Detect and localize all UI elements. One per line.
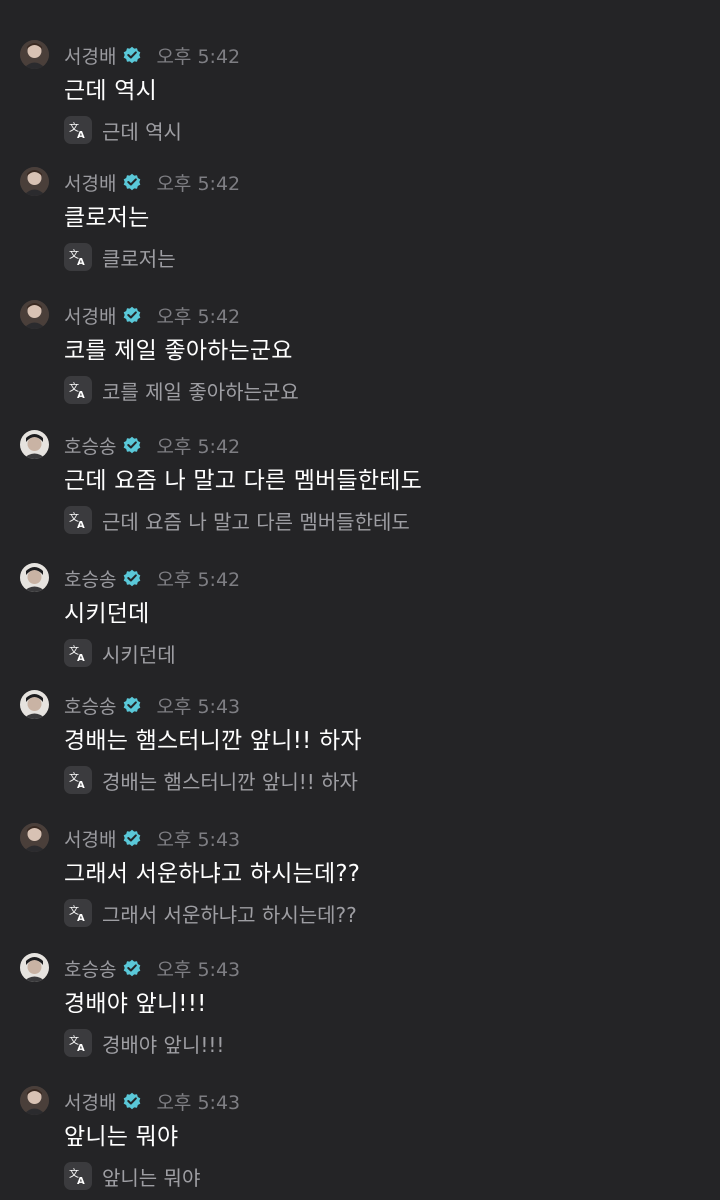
sender-name: 서경배 <box>64 305 117 328</box>
sender-name: 호승송 <box>64 695 117 718</box>
svg-text:A: A <box>77 780 85 790</box>
message-text: 경배야 앞니!!! <box>64 991 207 1017</box>
message-text: 시키던데 <box>64 601 150 627</box>
avatar[interactable] <box>20 1086 49 1115</box>
chat-message: 서경배 오후 5:43 앞니는 뭐야 文A 앞니는 뭐야 <box>0 1060 720 1190</box>
timestamp: 오후 5:42 <box>156 435 241 458</box>
svg-text:A: A <box>77 390 85 400</box>
translate-icon[interactable]: 文A <box>64 899 92 927</box>
avatar[interactable] <box>20 40 49 69</box>
translate-icon[interactable]: 文A <box>64 506 92 534</box>
avatar[interactable] <box>20 563 49 592</box>
chat-message: 호승송 오후 5:42 근데 요즘 나 말고 다른 멤버들한테도 文A 근데 요… <box>0 404 720 534</box>
sender-name: 서경배 <box>64 45 117 68</box>
sender-name: 서경배 <box>64 828 117 851</box>
svg-text:A: A <box>77 1176 85 1186</box>
translation-row: 文A 경배는 햄스터니깐 앞니!! 하자 <box>64 765 358 795</box>
sender-name: 호승송 <box>64 958 117 981</box>
translation-row: 文A 근데 요즘 나 말고 다른 멤버들한테도 <box>64 505 410 535</box>
svg-text:A: A <box>77 130 85 140</box>
translate-icon[interactable]: 文A <box>64 376 92 404</box>
avatar[interactable] <box>20 167 49 196</box>
chat-message: 서경배 오후 5:42 근데 역시 文A 근데 역시 <box>0 14 720 144</box>
message-text: 근데 역시 <box>64 78 157 104</box>
translate-icon[interactable]: 文A <box>64 1162 92 1190</box>
translate-icon[interactable]: 文A <box>64 243 92 271</box>
svg-text:A: A <box>77 913 85 923</box>
avatar[interactable] <box>20 300 49 329</box>
timestamp: 오후 5:43 <box>156 828 241 851</box>
translated-text: 그래서 서운하냐고 하시는데?? <box>102 902 357 927</box>
message-text: 클로저는 <box>64 205 150 231</box>
avatar[interactable] <box>20 823 49 852</box>
message-text: 코를 제일 좋아하는군요 <box>64 338 293 364</box>
translate-icon[interactable]: 文A <box>64 1029 92 1057</box>
verified-badge-icon <box>122 568 142 588</box>
timestamp: 오후 5:42 <box>156 305 241 328</box>
timestamp: 오후 5:43 <box>156 958 241 981</box>
translation-row: 文A 앞니는 뭐야 <box>64 1161 200 1191</box>
translate-icon[interactable]: 文A <box>64 766 92 794</box>
verified-badge-icon <box>122 172 142 192</box>
svg-text:A: A <box>77 520 85 530</box>
chat-message: 호승송 오후 5:42 시키던데 文A 시키던데 <box>0 537 720 667</box>
avatar[interactable] <box>20 430 49 459</box>
verified-badge-icon <box>122 958 142 978</box>
translated-text: 경배야 앞니!!! <box>102 1032 225 1057</box>
translated-text: 근데 요즘 나 말고 다른 멤버들한테도 <box>102 509 410 534</box>
timestamp: 오후 5:42 <box>156 172 241 195</box>
message-text: 경배는 햄스터니깐 앞니!! 하자 <box>64 728 362 754</box>
timestamp: 오후 5:43 <box>156 1091 241 1114</box>
translated-text: 클로저는 <box>102 246 176 271</box>
verified-badge-icon <box>122 435 142 455</box>
timestamp: 오후 5:42 <box>156 568 241 591</box>
chat-message: 호승송 오후 5:43 경배야 앞니!!! 文A 경배야 앞니!!! <box>0 927 720 1057</box>
message-text: 그래서 서운하냐고 하시는데?? <box>64 861 361 887</box>
verified-badge-icon <box>122 828 142 848</box>
svg-text:A: A <box>77 1043 85 1053</box>
translated-text: 앞니는 뭐야 <box>102 1165 201 1190</box>
translate-icon[interactable]: 文A <box>64 116 92 144</box>
translated-text: 경배는 햄스터니깐 앞니!! 하자 <box>102 769 358 794</box>
translation-row: 文A 코를 제일 좋아하는군요 <box>64 375 299 405</box>
chat-message: 서경배 오후 5:42 코를 제일 좋아하는군요 文A 코를 제일 좋아하는군요 <box>0 274 720 404</box>
verified-badge-icon <box>122 695 142 715</box>
translate-icon[interactable]: 文A <box>64 639 92 667</box>
verified-badge-icon <box>122 1091 142 1111</box>
svg-text:A: A <box>77 257 85 267</box>
sender-name: 서경배 <box>64 1091 117 1114</box>
sender-name: 호승송 <box>64 435 117 458</box>
translated-text: 코를 제일 좋아하는군요 <box>102 379 299 404</box>
verified-badge-icon <box>122 45 142 65</box>
message-text: 근데 요즘 나 말고 다른 멤버들한테도 <box>64 468 422 494</box>
sender-name: 서경배 <box>64 172 117 195</box>
timestamp: 오후 5:43 <box>156 695 241 718</box>
translation-row: 文A 그래서 서운하냐고 하시는데?? <box>64 898 357 928</box>
avatar[interactable] <box>20 690 49 719</box>
svg-text:A: A <box>77 653 85 663</box>
timestamp: 오후 5:42 <box>156 45 241 68</box>
translation-row: 文A 클로저는 <box>64 242 176 272</box>
chat-message: 서경배 오후 5:42 클로저는 文A 클로저는 <box>0 141 720 271</box>
message-text: 앞니는 뭐야 <box>64 1124 179 1150</box>
chat-message: 서경배 오후 5:43 그래서 서운하냐고 하시는데?? 文A 그래서 서운하냐… <box>0 797 720 927</box>
verified-badge-icon <box>122 305 142 325</box>
translation-row: 文A 경배야 앞니!!! <box>64 1028 224 1058</box>
chat-message: 호승송 오후 5:43 경배는 햄스터니깐 앞니!! 하자 文A 경배는 햄스터… <box>0 664 720 794</box>
sender-name: 호승송 <box>64 568 117 591</box>
avatar[interactable] <box>20 953 49 982</box>
